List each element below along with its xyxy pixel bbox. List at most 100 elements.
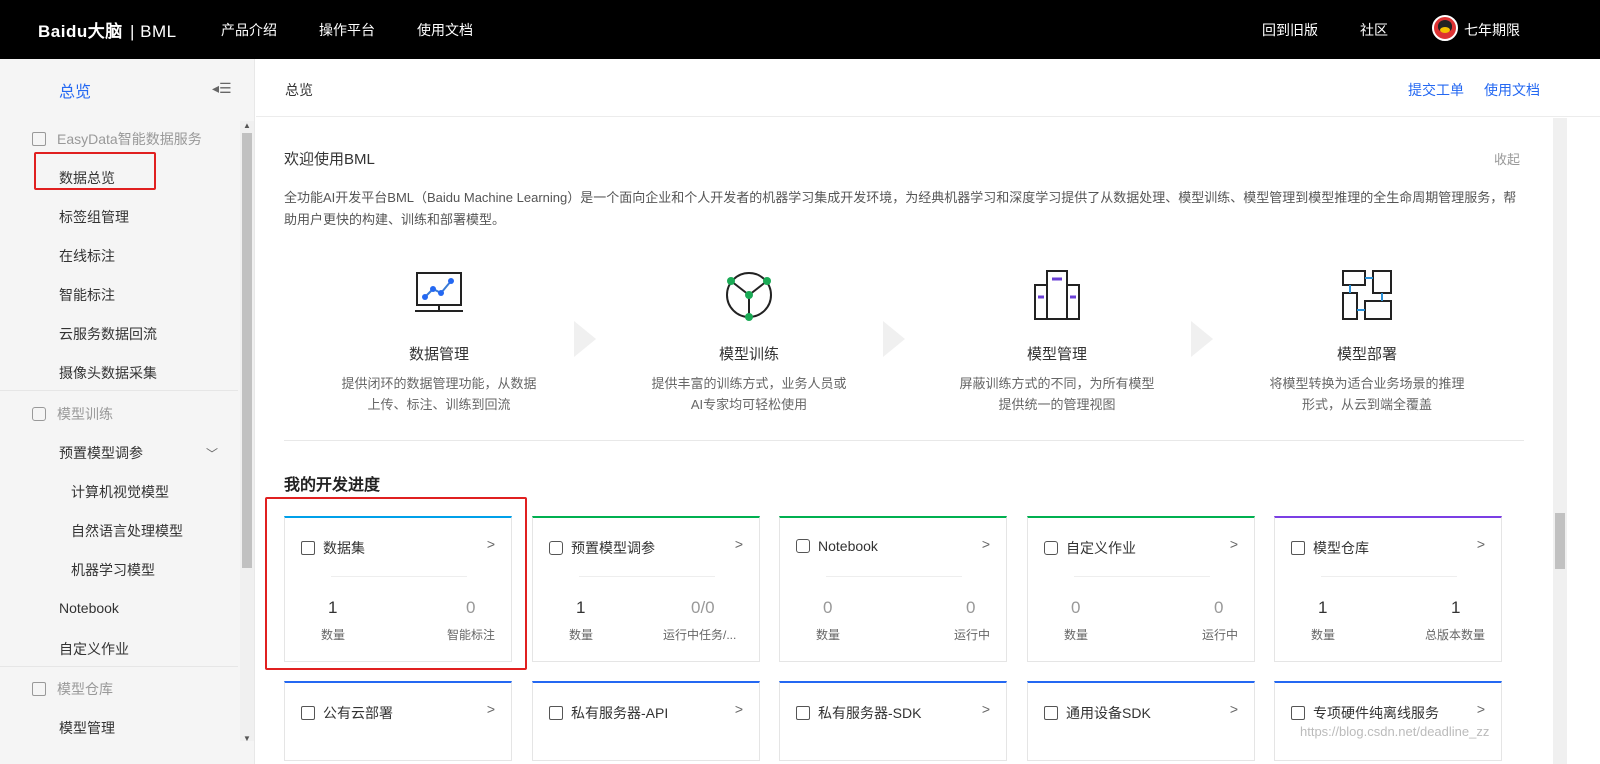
sidebar-collapse-icon[interactable]: ◂☰	[212, 80, 236, 96]
sidebar-item-data-overview[interactable]: 数据总览	[59, 168, 115, 188]
logo-text: Bai	[38, 22, 66, 41]
nav-back-old-version[interactable]: 回到旧版	[1262, 20, 1318, 40]
sidebar-item-notebook[interactable]: Notebook	[59, 600, 119, 616]
feature-model-management: 模型管理 屏蔽训练方式的不同，为所有模型 提供统一的管理视图	[942, 267, 1172, 415]
sidebar-scrollbar[interactable]: ▲ ▼	[240, 121, 254, 743]
card-title: 公有云部署	[323, 705, 393, 721]
sidebar-group-label: EasyData智能数据服务	[57, 131, 202, 147]
chevron-right-icon[interactable]: >	[1477, 701, 1485, 717]
sidebar-item-ml-model[interactable]: 机器学习模型	[71, 560, 155, 580]
main-scrollbar[interactable]	[1553, 118, 1567, 764]
progress-card-custom-job[interactable]: 自定义作业 > 0 0 数量 运行中	[1027, 516, 1255, 662]
progress-card-dataset[interactable]: 数据集 > 1 0 数量 智能标注	[284, 516, 512, 662]
progress-section-title: 我的开发进度	[284, 477, 381, 494]
nav-docs[interactable]: 使用文档	[417, 20, 473, 40]
card-label-count: 数量	[1311, 628, 1336, 642]
card-label-secondary: 运行中任务/...	[663, 628, 737, 642]
arrow-right-icon	[574, 321, 596, 357]
feature-title: 数据管理	[408, 346, 469, 363]
arrow-right-icon	[883, 321, 905, 357]
card-value-count: 1	[328, 598, 338, 617]
deploy-icon	[549, 706, 563, 720]
sidebar-item-tag-group[interactable]: 标签组管理	[59, 207, 129, 227]
progress-card-notebook[interactable]: Notebook > 0 0 数量 运行中	[779, 516, 1007, 662]
user-avatar[interactable]	[1432, 15, 1458, 41]
sidebar-item-cv-model[interactable]: 计算机视觉模型	[71, 482, 169, 502]
main-scrollbar-thumb[interactable]	[1555, 513, 1565, 569]
deploy-icon	[301, 706, 315, 720]
feature-desc: 提供丰富的训练方式，业务人员或 AI专家均可轻松使用	[634, 373, 864, 415]
card-title: 预置模型调参	[571, 540, 655, 556]
deploy-flow-icon	[1339, 267, 1395, 323]
feature-desc-line: 提供统一的管理视图	[998, 397, 1116, 412]
scroll-up-icon[interactable]: ▲	[243, 121, 251, 130]
chevron-right-icon[interactable]: >	[487, 536, 495, 552]
progress-card-preset-tune[interactable]: 预置模型调参 > 1 0/0 数量 运行中任务/...	[532, 516, 760, 662]
docs-link[interactable]: 使用文档	[1484, 80, 1540, 100]
warehouse-icon	[32, 682, 46, 696]
card-value-count: 1	[576, 598, 586, 617]
feature-desc: 提供闭环的数据管理功能，从数据 上传、标注、训练到回流	[324, 373, 554, 415]
sidebar-item-nlp-model[interactable]: 自然语言处理模型	[71, 521, 183, 541]
nav-community[interactable]: 社区	[1360, 20, 1388, 40]
chevron-right-icon[interactable]: >	[982, 536, 990, 552]
progress-card-model-repo[interactable]: 模型仓库 > 1 1 数量 总版本数量	[1274, 516, 1502, 662]
top-navigation-bar: Baidu大脑 | BML 产品介绍 操作平台 使用文档 回到旧版 社区 七年期…	[0, 0, 1600, 59]
sidebar-item-preset-tune[interactable]: 预置模型调参	[59, 443, 143, 463]
card-label-secondary: 运行中	[1202, 628, 1239, 642]
sidebar-item-custom-job[interactable]: 自定义作业	[59, 639, 129, 659]
chevron-right-icon[interactable]: >	[1230, 536, 1238, 552]
deploy-card-private-sdk[interactable]: 私有服务器-SDK >	[779, 681, 1007, 761]
deploy-card-public-cloud[interactable]: 公有云部署 >	[284, 681, 512, 761]
sidebar-item-online-label[interactable]: 在线标注	[59, 246, 115, 266]
collapse-link[interactable]: 收起	[1494, 149, 1520, 168]
chevron-right-icon[interactable]: >	[735, 701, 743, 717]
sidebar-title[interactable]: 总览	[59, 78, 91, 102]
sidebar-item-camera-collect[interactable]: 摄像头数据采集	[59, 363, 157, 383]
nav-product-intro[interactable]: 产品介绍	[221, 20, 277, 40]
sidebar-divider	[0, 666, 238, 667]
deploy-card-private-api[interactable]: 私有服务器-API >	[532, 681, 760, 761]
sidebar-scrollbar-thumb[interactable]	[242, 133, 252, 568]
username[interactable]: 七年期限	[1464, 20, 1520, 40]
feature-model-training: 模型训练 提供丰富的训练方式，业务人员或 AI专家均可轻松使用	[634, 267, 864, 415]
card-title: 私有服务器-API	[571, 705, 669, 721]
deploy-card-hardware-offline[interactable]: 专项硬件纯离线服务 >	[1274, 681, 1502, 761]
scroll-down-icon[interactable]: ▼	[243, 734, 251, 743]
card-value-count: 0	[823, 598, 833, 617]
card-value-secondary: 0	[1214, 598, 1224, 617]
chevron-right-icon[interactable]: >	[487, 701, 495, 717]
feature-desc: 屏蔽训练方式的不同，为所有模型 提供统一的管理视图	[942, 373, 1172, 415]
sidebar-item-cloud-return[interactable]: 云服务数据回流	[59, 324, 157, 344]
chevron-right-icon[interactable]: >	[735, 536, 743, 552]
chart-icon	[32, 132, 46, 146]
chevron-right-icon[interactable]: >	[982, 701, 990, 717]
nav-console[interactable]: 操作平台	[319, 20, 375, 40]
card-title: 专项硬件纯离线服务	[1313, 705, 1439, 721]
card-label-secondary: 总版本数量	[1425, 628, 1486, 642]
cube-icon	[1044, 541, 1058, 555]
sidebar-item-model-mgmt[interactable]: 模型管理	[59, 718, 115, 738]
breadcrumb-bar: 总览 提交工单 使用文档	[256, 59, 1600, 117]
baidu-bml-logo[interactable]: Baidu大脑 | BML	[38, 17, 177, 42]
feature-data-management: 数据管理 提供闭环的数据管理功能，从数据 上传、标注、训练到回流	[324, 267, 554, 415]
sidebar-item-smart-label[interactable]: 智能标注	[59, 285, 115, 305]
card-header: 通用设备SDK	[1044, 703, 1151, 723]
chevron-down-icon[interactable]: ﹀	[206, 445, 218, 462]
card-header: 专项硬件纯离线服务	[1291, 703, 1439, 723]
sidebar-group-train: 模型训练	[32, 404, 113, 424]
card-divider	[331, 576, 467, 577]
card-value-secondary: 0	[966, 598, 976, 617]
arrow-right-icon	[1191, 321, 1213, 357]
deploy-card-device-sdk[interactable]: 通用设备SDK >	[1027, 681, 1255, 761]
network-node-icon	[721, 267, 777, 323]
card-header: 模型仓库	[1291, 538, 1369, 558]
submit-ticket-link[interactable]: 提交工单	[1408, 80, 1464, 100]
card-value-secondary: 0	[466, 598, 476, 617]
logo-text-mid: du大脑	[65, 22, 123, 41]
chevron-right-icon[interactable]: >	[1477, 536, 1485, 552]
feature-title: 模型部署	[1336, 346, 1397, 363]
main-area: 总览 提交工单 使用文档 欢迎使用BML 收起 全功能AI开发平台BML（Bai…	[256, 59, 1600, 764]
feature-title: 模型训练	[718, 346, 779, 363]
chevron-right-icon[interactable]: >	[1230, 701, 1238, 717]
